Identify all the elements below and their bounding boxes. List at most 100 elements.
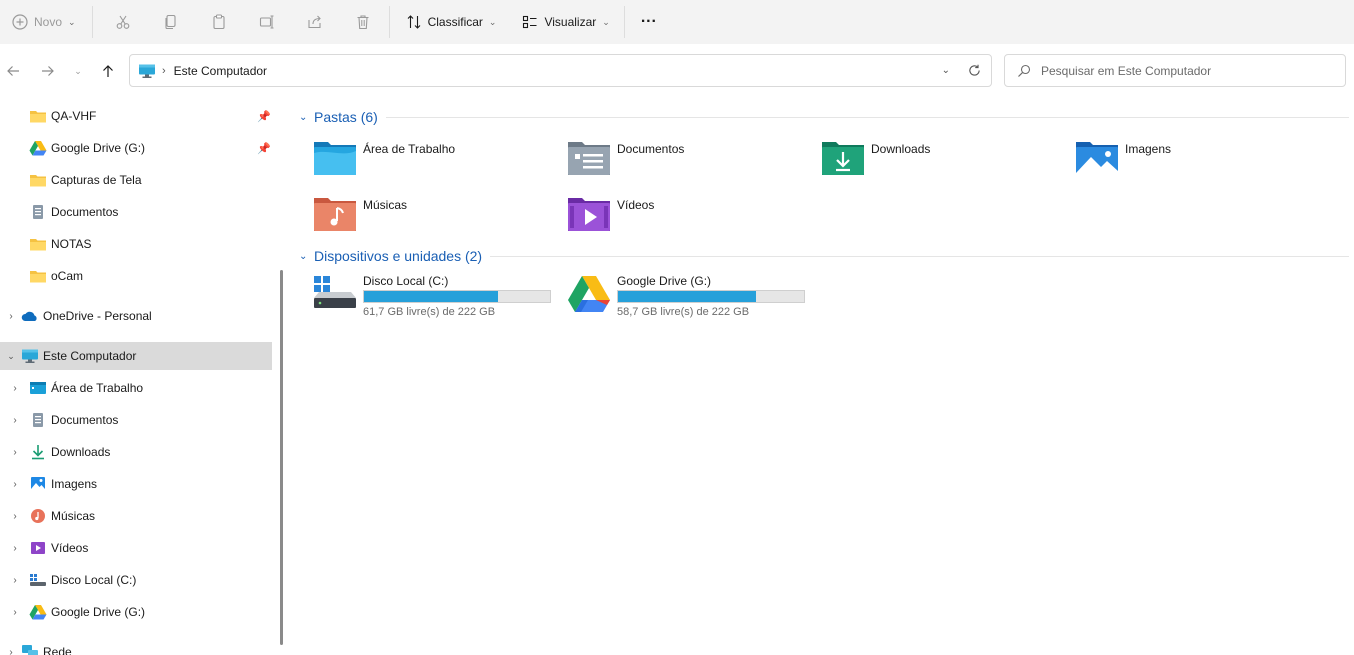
breadcrumb-this-pc[interactable]: Este Computador [174,64,267,78]
search-input[interactable] [1041,63,1331,78]
folders-group-title: Pastas (6) [314,109,378,125]
refresh-icon[interactable] [968,64,981,77]
sidebar-item-label: Área de Trabalho [51,381,144,395]
arrow-left-icon [7,66,19,76]
sort-button[interactable]: Classificar ⌄ [398,6,505,38]
navigation-bar: ⌄ › Este Computador ⌄ [0,44,1354,98]
sidebar-item-qa-vhf[interactable]: QA-VHF 📌 [0,102,272,130]
sidebar-item-downloads[interactable]: › Downloads [0,438,272,466]
new-button[interactable]: Novo ⌄ [4,6,84,38]
folder-desktop[interactable]: Área de Trabalho [313,136,553,180]
chevron-right-icon[interactable]: › [8,383,22,394]
chevron-down-icon: ⌄ [299,250,308,262]
folder-pictures[interactable]: Imagens [1075,136,1315,180]
toolbar-separator [623,6,625,38]
search-box[interactable] [1004,54,1346,87]
folders-group-header[interactable]: ⌄ Pastas (6) [299,109,1349,125]
delete-button[interactable] [347,6,379,38]
up-button[interactable] [96,55,120,87]
sidebar-item-documents[interactable]: › Documentos [0,406,272,434]
sidebar-item-label: Disco Local (C:) [51,573,137,587]
chevron-right-icon[interactable]: › [8,511,22,522]
drive-local-disk[interactable]: Disco Local (C:) 61,7 GB livre(s) de 222… [313,274,563,328]
chevron-down-icon[interactable]: ⌄ [4,351,18,362]
sidebar-item-network[interactable]: › Rede [0,638,272,655]
sidebar-item-label: Google Drive (G:) [51,605,146,619]
drive-usage-fill [618,291,756,302]
arrow-right-icon [42,66,54,76]
back-button[interactable] [1,55,25,87]
drive-usage-bar [363,290,551,303]
sidebar-item-label: NOTAS [51,237,92,251]
sidebar-item-label: Imagens [51,477,98,491]
sidebar-scrollbar[interactable] [280,270,283,645]
sidebar-item-ocam[interactable]: oCam [0,262,272,290]
music-folder-icon [314,198,356,231]
folder-label: Vídeos [617,198,655,212]
chevron-right-icon[interactable]: › [8,479,22,490]
sidebar-item-music[interactable]: › Músicas [0,502,272,530]
sidebar-item-label: Documentos [51,413,119,427]
pictures-folder-icon [1076,142,1118,175]
sidebar-item-desktop[interactable]: › Área de Trabalho [0,374,272,402]
address-history-button[interactable]: ⌄ [942,65,950,76]
chevron-down-icon: ⌄ [488,16,497,27]
documents-icon [29,203,47,221]
chevron-right-icon[interactable]: › [8,415,22,426]
devices-group-header[interactable]: ⌄ Dispositivos e unidades (2) [299,248,1349,264]
cut-icon [116,15,129,29]
folder-icon [29,107,47,125]
sidebar-item-pictures[interactable]: › Imagens [0,470,272,498]
drive-google-drive[interactable]: Google Drive (G:) 58,7 GB livre(s) de 22… [567,274,817,328]
onedrive-cloud-icon [21,307,39,325]
sidebar-item-label: Rede [43,645,72,655]
group-divider [385,116,1349,118]
sidebar-item-videos[interactable]: › Vídeos [0,534,272,562]
recent-locations-button[interactable]: ⌄ [66,55,90,87]
chevron-right-icon[interactable]: › [8,607,22,618]
sidebar-item-google-drive-pc[interactable]: › Google Drive (G:) [0,598,272,626]
search-icon [1018,64,1031,77]
toolbar-separator [91,6,93,38]
folder-videos[interactable]: Vídeos [567,192,807,236]
sidebar-item-capturas-de-tela[interactable]: Capturas de Tela [0,166,272,194]
chevron-right-icon[interactable]: › [4,311,18,322]
folder-music[interactable]: Músicas [313,192,553,236]
view-label: Visualizar [544,15,597,29]
sidebar-item-label: Capturas de Tela [51,173,142,187]
more-options-button[interactable]: ··· [633,6,665,38]
copy-button[interactable] [155,6,187,38]
download-icon [29,443,47,461]
google-drive-icon [29,603,47,621]
share-button[interactable] [299,6,331,38]
cut-button[interactable] [107,6,139,38]
chevron-down-icon: ⌄ [299,111,308,123]
sidebar-item-onedrive[interactable]: › OneDrive - Personal [0,302,272,330]
sidebar-item-google-drive[interactable]: Google Drive (G:) 📌 [0,134,272,162]
chevron-right-icon[interactable]: › [8,575,22,586]
view-button[interactable]: Visualizar ⌄ [514,6,617,38]
music-icon [29,507,47,525]
computer-icon [139,64,155,78]
sidebar-item-documentos-quick[interactable]: Documentos [0,198,272,226]
google-drive-icon [568,276,610,312]
folder-downloads[interactable]: Downloads [821,136,1061,180]
rename-button[interactable] [251,6,283,38]
folder-documents[interactable]: Documentos [567,136,807,180]
pictures-icon [29,475,47,493]
chevron-right-icon[interactable]: › [4,647,18,655]
drive-label: Disco Local (C:) [363,274,449,288]
paste-button[interactable] [203,6,235,38]
chevron-right-icon[interactable]: › [8,543,22,554]
address-bar[interactable]: › Este Computador ⌄ [129,54,992,87]
sort-label: Classificar [427,15,483,29]
sidebar-item-this-pc[interactable]: ⌄ Este Computador [0,342,272,370]
sidebar-item-local-disk[interactable]: › Disco Local (C:) [0,566,272,594]
breadcrumb-separator-icon: › [162,64,166,77]
forward-button[interactable] [36,55,60,87]
sidebar-item-notas[interactable]: NOTAS [0,230,272,258]
rename-icon [259,15,274,29]
chevron-right-icon[interactable]: › [8,447,22,458]
network-icon [21,643,39,655]
chevron-down-icon: ⌄ [74,65,82,76]
